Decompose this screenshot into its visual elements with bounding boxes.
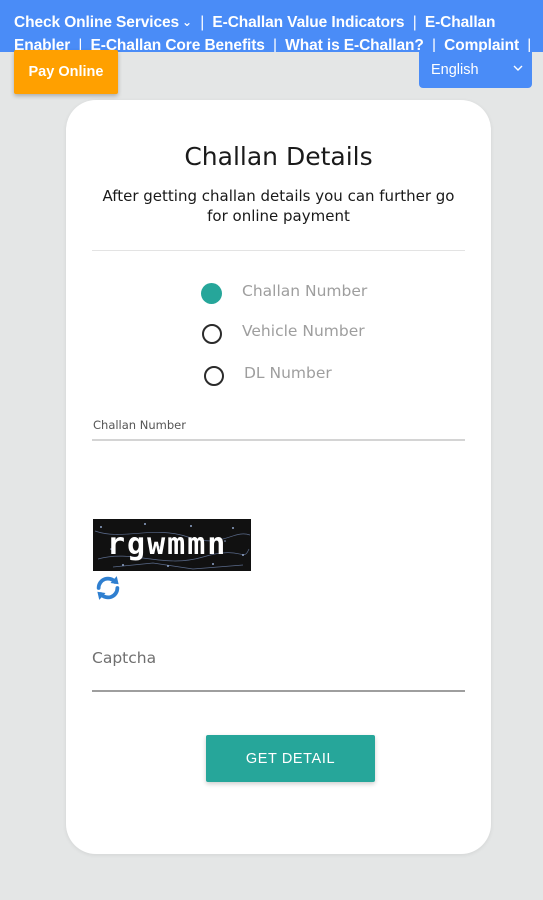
nav-e-challan-enabler-part1[interactable]: E-Challan <box>425 14 496 31</box>
radio-label: Challan Number <box>242 281 368 300</box>
radio-label: Vehicle Number <box>242 322 365 340</box>
nav-separator: | <box>200 14 205 31</box>
nav-check-online-services[interactable]: Check Online Services ⌄ <box>14 14 192 31</box>
radio-option-challan-number[interactable]: Challan Number <box>201 281 368 304</box>
nav-e-challan-value-indicators[interactable]: E-Challan Value Indicators <box>212 14 404 31</box>
challan-number-underline <box>92 439 465 441</box>
radio-button[interactable] <box>202 324 222 344</box>
nav-separator: | <box>527 37 532 52</box>
refresh-icon[interactable] <box>93 573 123 603</box>
radio-option-vehicle-number[interactable]: Vehicle Number <box>202 322 365 344</box>
radio-button-checked[interactable] <box>201 283 222 304</box>
divider <box>92 250 465 251</box>
chevron-down-icon <box>513 65 523 71</box>
language-selected-value: English <box>431 62 479 78</box>
radio-option-dl-number[interactable]: DL Number <box>204 364 332 386</box>
radio-button[interactable] <box>204 366 224 386</box>
nav-what-is-e-challan[interactable]: What is E-Challan? <box>285 37 424 52</box>
top-navigation: Check Online Services ⌄ | E-Challan Value… <box>0 0 543 52</box>
page-title: Challan Details <box>184 142 373 171</box>
pay-online-button[interactable]: Pay Online <box>14 50 118 94</box>
nav-complaint[interactable]: Complaint <box>444 37 519 52</box>
nav-separator: | <box>431 37 436 52</box>
radio-label: DL Number <box>244 364 332 382</box>
challan-details-card: Challan Details After getting challan de… <box>66 100 491 854</box>
nav-separator: | <box>273 37 277 52</box>
language-select[interactable]: English <box>419 52 532 88</box>
captcha-code-text: rgwmmn <box>107 527 228 562</box>
captcha-image: rgwmmn <box>93 519 251 571</box>
captcha-underline <box>92 690 465 692</box>
nav-separator: | <box>412 14 417 31</box>
challan-number-input[interactable] <box>92 422 465 440</box>
nav-line-1: Check Online Services ⌄ | E-Challan Value… <box>14 14 496 32</box>
nav-check-online-services-label: Check Online Services <box>14 14 180 31</box>
page-subtitle: After getting challan details you can fu… <box>102 187 455 225</box>
get-detail-button[interactable]: GET DETAIL <box>206 735 375 782</box>
captcha-input[interactable] <box>92 646 465 670</box>
chevron-down-icon: ⌄ <box>182 15 193 29</box>
